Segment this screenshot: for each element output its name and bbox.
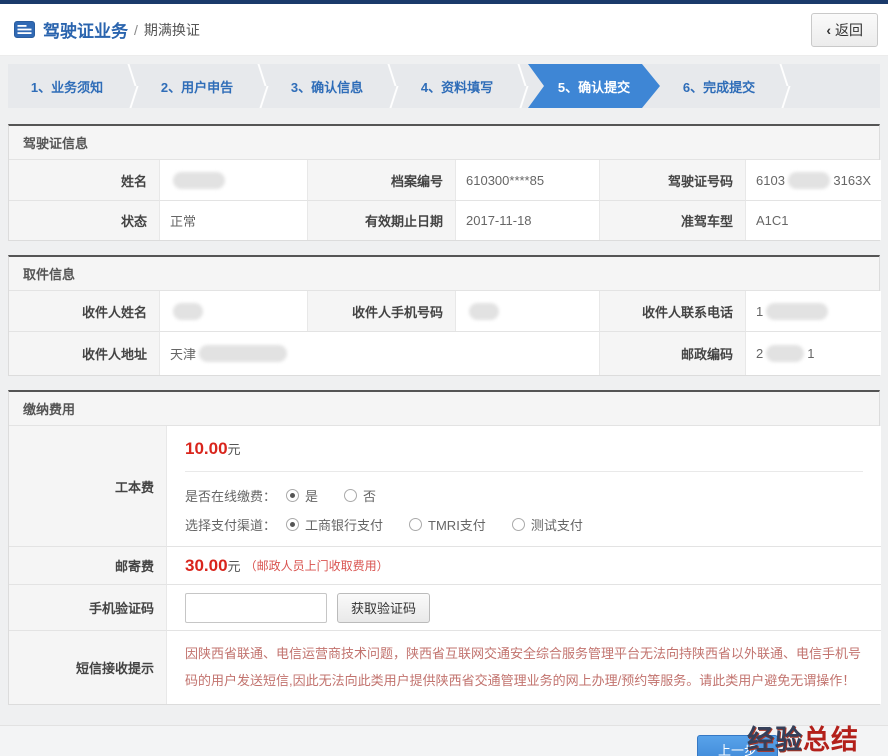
- online-pay-no-option[interactable]: 否: [344, 486, 376, 505]
- chevron-separator-icon: [778, 64, 790, 108]
- vehicle-type-label: 准驾车型: [599, 200, 745, 240]
- page: 驾驶证业务 / 期满换证 ‹ 返回 1、业务须知 2、用户申告 3、确认信息 4…: [0, 0, 888, 756]
- online-pay-yes-option[interactable]: 是: [286, 486, 318, 505]
- license-info-title: 驾驶证信息: [9, 126, 879, 160]
- post-fee-content: 30.00元 （邮政人员上门收取费用）: [166, 547, 881, 585]
- footer-bar: 上一步 经验总结 jingyanzongjie.com: [0, 725, 888, 756]
- steps-filler: [790, 64, 880, 108]
- postcode-label: 邮政编码: [599, 331, 745, 375]
- status-label: 状态: [9, 200, 159, 240]
- online-pay-label: 是否在线缴费：: [185, 486, 276, 505]
- get-code-button[interactable]: 获取验证码: [337, 593, 430, 623]
- sms-tip-content: 因陕西省联通、电信运营商技术问题，陕西省互联网交通安全综合服务管理平台无法向持陕…: [166, 631, 881, 704]
- radio-unselected-icon[interactable]: [512, 518, 525, 531]
- redacted-recipient-address: [199, 345, 287, 362]
- watermark-title: 经验总结: [742, 727, 859, 754]
- license-info-row-1: 姓名 档案编号 610300****85 驾驶证号码 6103 3163X: [9, 160, 879, 200]
- payment-title: 缴纳费用: [9, 392, 879, 426]
- chevron-separator-icon: [126, 64, 138, 108]
- redacted-postcode: [766, 345, 804, 362]
- name-label: 姓名: [9, 160, 159, 200]
- pickup-info-row-2: 收件人地址 天津 邮政编码 2 1: [9, 331, 879, 375]
- chevron-separator-icon: [516, 64, 528, 108]
- payment-table: 工本费 10.00元 是否在线缴费： 是 否: [9, 426, 879, 704]
- redacted-name: [173, 172, 225, 189]
- name-value: [159, 160, 307, 200]
- tab-step-5-active[interactable]: 5、确认提交: [528, 64, 660, 108]
- recipient-address-label: 收件人地址: [9, 331, 159, 375]
- breadcrumb-separator: /: [134, 22, 138, 38]
- recipient-mobile-value: [455, 291, 599, 331]
- site-watermark: 经验总结 jingyanzongjie.com: [742, 727, 881, 756]
- sms-code-input[interactable]: [185, 593, 327, 623]
- tab-step-4[interactable]: 4、资料填写: [398, 64, 516, 108]
- payment-section: 缴纳费用 工本费 10.00元 是否在线缴费： 是: [8, 390, 880, 705]
- license-info-section: 驾驶证信息 姓名 档案编号 610300****85 驾驶证号码 6103 31…: [8, 124, 880, 241]
- recipient-name-value: [159, 291, 307, 331]
- card-fee-amount-line: 10.00元: [185, 439, 863, 459]
- channel-test-option[interactable]: 测试支付: [512, 515, 583, 534]
- card-fee-amount: 10.00: [185, 439, 228, 458]
- radio-selected-icon[interactable]: [286, 489, 299, 502]
- pickup-info-section: 取件信息 收件人姓名 收件人手机号码 收件人联系电话 1 收件人地址 天津 邮政…: [8, 255, 880, 376]
- redacted-recipient-phone: [766, 303, 828, 320]
- recipient-name-label: 收件人姓名: [9, 291, 159, 331]
- recipient-mobile-label: 收件人手机号码: [307, 291, 455, 331]
- page-title: 驾驶证业务: [43, 17, 128, 42]
- license-no-value: 6103 3163X: [745, 160, 881, 200]
- chevron-separator-icon: [256, 64, 268, 108]
- post-fee-note: （邮政人员上门收取费用）: [245, 557, 389, 574]
- card-fee-label: 工本费: [9, 426, 166, 547]
- license-info-row-2: 状态 正常 有效期止日期 2017-11-18 准驾车型 A1C1: [9, 200, 879, 240]
- recipient-address-value: 天津: [159, 331, 599, 375]
- post-fee-label: 邮寄费: [9, 547, 166, 585]
- divider: [185, 471, 863, 472]
- tab-step-3[interactable]: 3、确认信息: [268, 64, 386, 108]
- recipient-phone-value: 1: [745, 291, 881, 331]
- back-button-label: 返回: [835, 20, 863, 40]
- card-fee-content: 10.00元 是否在线缴费： 是 否: [166, 426, 881, 547]
- expiry-value: 2017-11-18: [455, 200, 599, 240]
- step-wizard: 1、业务须知 2、用户申告 3、确认信息 4、资料填写 5、确认提交 6、完成提…: [8, 64, 880, 108]
- page-header: 驾驶证业务 / 期满换证 ‹ 返回: [0, 4, 888, 56]
- tab-step-6[interactable]: 6、完成提交: [660, 64, 778, 108]
- pay-channel-row: 选择支付渠道： 工商银行支付 TMRI支付 测试支付: [185, 515, 863, 534]
- status-value: 正常: [159, 200, 307, 240]
- main-content: 1、业务须知 2、用户申告 3、确认信息 4、资料填写 5、确认提交 6、完成提…: [0, 56, 888, 745]
- file-no-value: 610300****85: [455, 160, 599, 200]
- card-fee-unit: 元: [228, 442, 241, 457]
- recipient-phone-label: 收件人联系电话: [599, 291, 745, 331]
- channel-icbc-option[interactable]: 工商银行支付: [286, 515, 383, 534]
- pay-channel-label: 选择支付渠道：: [185, 515, 276, 534]
- post-fee-unit: 元: [228, 556, 241, 575]
- chevron-separator-icon: [386, 64, 398, 108]
- sms-code-content: 获取验证码: [166, 585, 881, 631]
- redacted-recipient-mobile: [469, 303, 499, 320]
- postcode-value: 2 1: [745, 331, 881, 375]
- redacted-license-no: [788, 172, 830, 189]
- license-no-label: 驾驶证号码: [599, 160, 745, 200]
- radio-selected-icon[interactable]: [286, 518, 299, 531]
- sms-tip-text: 因陕西省联通、电信运营商技术问题，陕西省互联网交通安全综合服务管理平台无法向持陕…: [185, 640, 863, 695]
- file-no-label: 档案编号: [307, 160, 455, 200]
- sms-code-label: 手机验证码: [9, 585, 166, 631]
- tab-step-1[interactable]: 1、业务须知: [8, 64, 126, 108]
- breadcrumb-current: 期满换证: [144, 20, 200, 40]
- redacted-recipient-name: [173, 303, 203, 320]
- vehicle-type-value: A1C1: [745, 200, 881, 240]
- pickup-info-title: 取件信息: [9, 257, 879, 291]
- pickup-info-row-1: 收件人姓名 收件人手机号码 收件人联系电话 1: [9, 291, 879, 331]
- expiry-label: 有效期止日期: [307, 200, 455, 240]
- back-button[interactable]: ‹ 返回: [811, 13, 878, 47]
- tab-step-2[interactable]: 2、用户申告: [138, 64, 256, 108]
- post-fee-amount: 30.00: [185, 556, 228, 576]
- radio-unselected-icon[interactable]: [344, 489, 357, 502]
- license-business-icon: [14, 21, 35, 38]
- channel-tmri-option[interactable]: TMRI支付: [409, 515, 486, 534]
- radio-unselected-icon[interactable]: [409, 518, 422, 531]
- sms-tip-label: 短信接收提示: [9, 631, 166, 704]
- online-pay-row: 是否在线缴费： 是 否: [185, 486, 863, 505]
- back-arrow-icon: ‹: [826, 22, 831, 38]
